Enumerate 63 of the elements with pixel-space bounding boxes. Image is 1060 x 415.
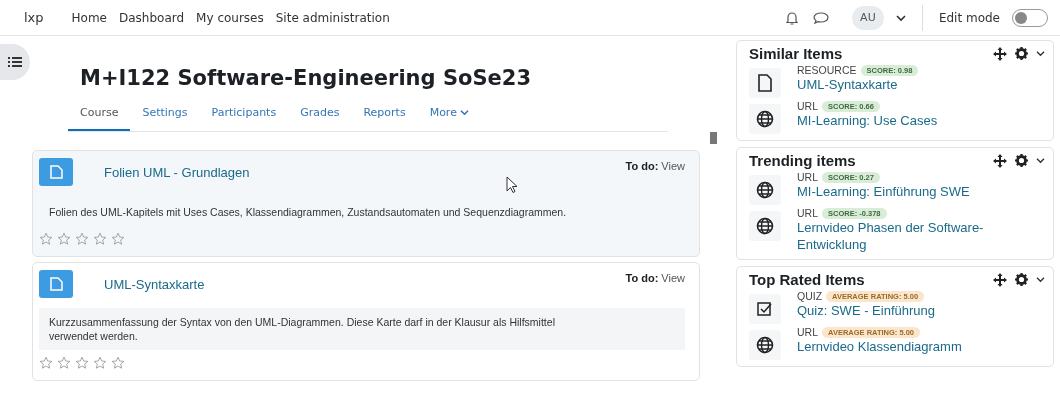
todo-status: To do: View [625,271,685,286]
settings-icon[interactable] [1015,154,1028,167]
move-icon[interactable] [993,153,1007,168]
globe-icon [749,330,781,360]
edit-mode-label: Edit mode [938,10,1000,25]
todo-status: To do: View [625,159,685,174]
caret-icon[interactable] [1036,50,1045,57]
settings-icon[interactable] [1015,47,1028,60]
activity-link[interactable]: UML-Syntaxkarte [104,276,205,292]
nav-link[interactable]: Dashboard [119,10,185,25]
item-link[interactable]: UML-Syntaxkarte [797,76,987,93]
globe-icon [749,175,781,205]
item-type: URL [797,100,818,112]
item-type: URL [797,171,818,183]
item-link[interactable]: MI-Learning: Einführung SWE [797,183,987,200]
activity-link[interactable]: Folien UML - Grundlagen [104,164,250,180]
course-title: M+I122 Software-Engineering SoSe23 [80,66,533,90]
caret-icon[interactable] [1036,276,1045,283]
block-title: Top Rated Items [749,271,865,288]
item-link[interactable]: Lernvideo Klassendiagramm [797,338,987,355]
caret-icon[interactable] [1036,157,1045,164]
list-icon [8,57,22,67]
course-tab[interactable]: Participants [199,100,289,131]
item-type: QUIZ [797,290,823,302]
course-tab[interactable]: More [417,100,481,131]
course-tab[interactable]: Reports [351,100,418,131]
bell-icon[interactable] [783,9,800,26]
globe-icon [749,104,781,134]
file-icon [39,158,73,186]
settings-icon[interactable] [1015,273,1028,286]
caret-icon [459,109,469,116]
activity-description: Kurzzusammenfassung der Syntax von den UML-Diagrammen. Diese Karte darf in der Klausur als Hilfsmittel verwendet werden. [39,308,685,350]
course-tab[interactable]: Grades [288,100,352,131]
item-type: URL [797,207,818,219]
course-index-button[interactable] [0,44,30,80]
block-title: Trending items [749,152,856,169]
move-icon[interactable] [993,272,1007,287]
edit-mode-toggle[interactable] [1012,8,1048,27]
star-rating[interactable] [39,356,125,370]
site-logo[interactable]: lxp [24,10,44,25]
nav-link[interactable]: Site administration [275,10,390,25]
item-link[interactable]: Lernvideo Phasen der Software-Entwicklung [797,219,987,253]
item-link[interactable]: MI-Learning: Use Cases [797,112,987,129]
file-icon [39,270,73,298]
move-icon[interactable] [993,46,1007,61]
activity-description: Folien des UML-Kapitels mit Uses Cases, Klassendiagrammen, Zustandsautomaten und Sequenzdiagrammen. [49,205,568,220]
user-avatar[interactable]: AU [851,5,884,30]
course-tab[interactable]: Settings [130,100,200,131]
file-icon [749,68,781,98]
caret-icon[interactable] [895,13,906,22]
globe-icon [749,211,781,241]
scrollbar-thumb[interactable] [710,132,717,144]
item-type: URL [797,326,818,338]
chat-icon[interactable] [811,9,830,26]
item-type: RESOURCE [797,64,857,76]
cursor-icon [506,176,518,194]
item-link[interactable]: Quiz: SWE - Einführung [797,302,987,319]
nav-link[interactable]: My courses [196,10,264,25]
course-tab[interactable]: Course [68,100,131,131]
star-rating[interactable] [39,232,125,246]
nav-link[interactable]: Home [71,10,107,25]
checkbox-icon [749,294,781,324]
block-title: Similar Items [749,45,843,62]
